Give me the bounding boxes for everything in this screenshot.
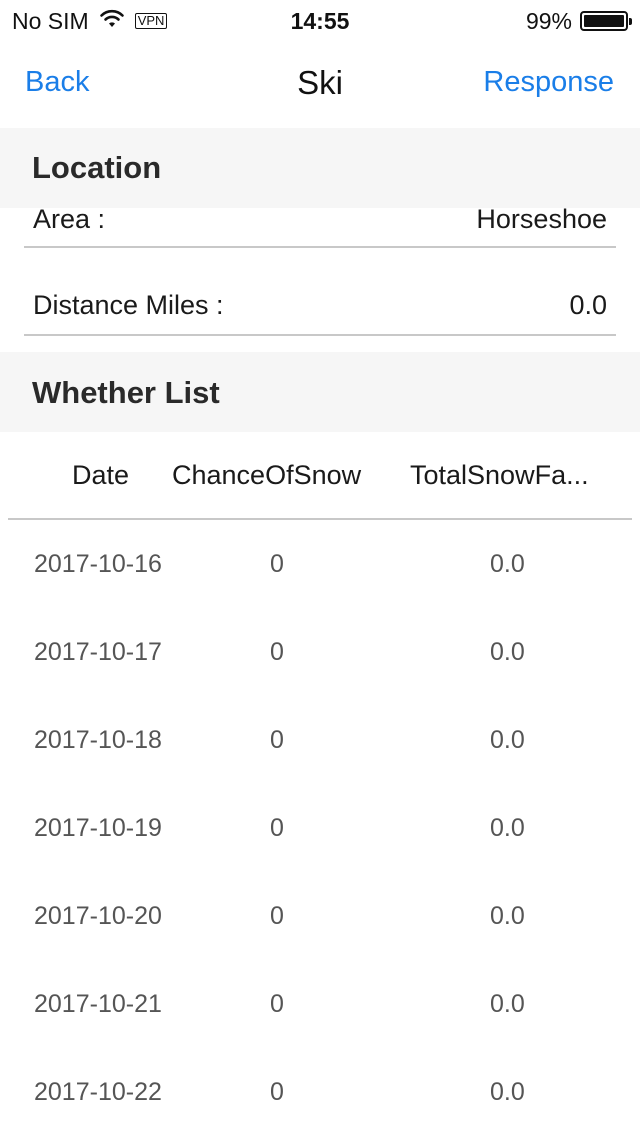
location-section-header: Location (0, 128, 640, 208)
cell-date: 2017-10-18 (34, 726, 162, 754)
cell-date: 2017-10-22 (34, 1078, 162, 1106)
table-row[interactable]: 2017-10-19 0 0.0 (0, 784, 640, 872)
distance-row: Distance Miles : 0.0 (24, 278, 616, 336)
cell-date: 2017-10-19 (34, 814, 162, 842)
cell-chance: 0 (270, 990, 284, 1018)
weather-table-header: Date ChanceOfSnow TotalSnowFa... (8, 446, 632, 520)
cell-total: 0.0 (490, 550, 525, 578)
table-row[interactable]: 2017-10-17 0 0.0 (0, 608, 640, 696)
distance-label: Distance Miles : (33, 290, 224, 320)
column-header-date: Date (72, 460, 130, 490)
cell-total: 0.0 (490, 1078, 525, 1106)
cell-date: 2017-10-16 (34, 550, 162, 578)
cell-date: 2017-10-20 (34, 902, 162, 930)
battery-icon (580, 11, 632, 31)
column-header-total-snowfall: TotalSnowFa... (410, 460, 589, 490)
status-right: 99% (525, 6, 632, 36)
battery-fill (584, 15, 624, 27)
cell-total: 0.0 (490, 726, 525, 754)
table-row[interactable]: 2017-10-22 0 0.0 (0, 1048, 640, 1136)
table-row[interactable]: 2017-10-16 0 0.0 (0, 520, 640, 608)
table-row[interactable]: 2017-10-20 0 0.0 (0, 872, 640, 960)
battery-percent: 99% (525, 7, 572, 34)
cell-total: 0.0 (490, 902, 525, 930)
cell-total: 0.0 (490, 814, 525, 842)
table-row[interactable]: 2017-10-18 0 0.0 (0, 696, 640, 784)
navigation-bar: Back Ski Response (0, 40, 640, 128)
table-row[interactable]: 2017-10-21 0 0.0 (0, 960, 640, 1048)
cell-chance: 0 (270, 1078, 284, 1106)
status-bar: No SIM VPN 14:55 99% (0, 0, 640, 40)
cell-total: 0.0 (490, 638, 525, 666)
cell-total: 0.0 (490, 990, 525, 1018)
response-button[interactable]: Response (483, 66, 614, 99)
cell-chance: 0 (270, 814, 284, 842)
area-row: Area : Horseshoe (24, 204, 616, 248)
area-value: Horseshoe (476, 204, 607, 234)
cell-chance: 0 (270, 726, 284, 754)
column-header-chance-of-snow: ChanceOfSnow (172, 460, 362, 490)
area-label: Area : (33, 204, 106, 234)
distance-value: 0.0 (569, 290, 607, 320)
cell-chance: 0 (270, 550, 284, 578)
weather-table-body: 2017-10-16 0 0.0 2017-10-17 0 0.0 2017-1… (0, 520, 640, 1136)
location-header-label: Location (32, 150, 162, 185)
cell-chance: 0 (270, 902, 284, 930)
weather-section-header: Whether List (0, 352, 640, 432)
cell-date: 2017-10-21 (34, 990, 162, 1018)
weather-header-label: Whether List (32, 375, 220, 410)
cell-date: 2017-10-17 (34, 638, 162, 666)
cell-chance: 0 (270, 638, 284, 666)
